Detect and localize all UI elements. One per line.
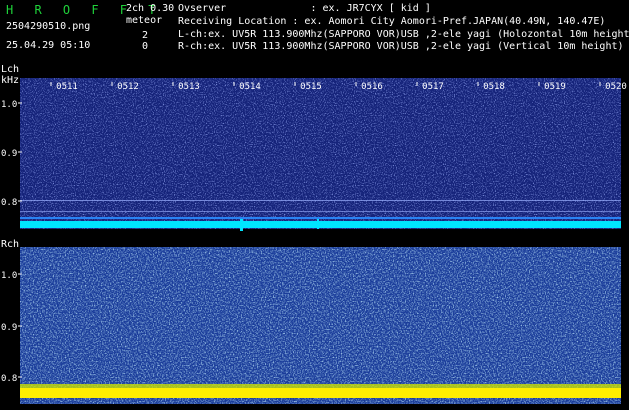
time-tick-label: 0515	[300, 82, 322, 92]
time-tick-label: 0519	[544, 82, 566, 92]
lch-reference-line	[20, 200, 621, 201]
rch-freq-tick-label: 0.8	[1, 374, 17, 384]
time-tick-label: 0513	[178, 82, 200, 92]
lch-noise	[20, 78, 621, 229]
time-tick-label: 0511	[56, 82, 78, 92]
time-tick-label: 0516	[361, 82, 383, 92]
rch-noise	[20, 247, 621, 404]
time-tick-label: 0514	[239, 82, 261, 92]
spectrogram-canvas: 0511 0512 0513 0514 0515 0516 0517 0518 0519 0520…	[1, 78, 627, 404]
lch-carrier-band	[20, 221, 621, 228]
time-tick-label: 0518	[483, 82, 505, 92]
rch-carrier-band	[20, 388, 621, 398]
lch-carrier-edge	[20, 217, 621, 219]
time-tick-label: 0512	[117, 82, 139, 92]
lch-panel	[20, 78, 621, 231]
rch-freq-tick-label: 0.9	[1, 323, 17, 333]
lch-freq-axis: 1.0 0.9 0.8	[1, 100, 22, 208]
rch-panel	[20, 247, 621, 404]
time-tick-label: 0520	[605, 82, 627, 92]
lch-meteor-echo	[317, 219, 319, 229]
lch-reference-line-2	[20, 211, 621, 212]
rch-carrier-edge	[20, 384, 621, 388]
lch-meteor-echo	[240, 219, 243, 231]
lch-freq-tick-label: 0.8	[1, 198, 17, 208]
rch-freq-axis: 1.0 0.9 0.8	[1, 271, 22, 384]
time-tick-label: 0517	[422, 82, 444, 92]
lch-freq-tick-label: 0.9	[1, 149, 17, 159]
rch-freq-tick-label: 1.0	[1, 271, 17, 281]
lch-freq-tick-label: 1.0	[1, 100, 17, 110]
